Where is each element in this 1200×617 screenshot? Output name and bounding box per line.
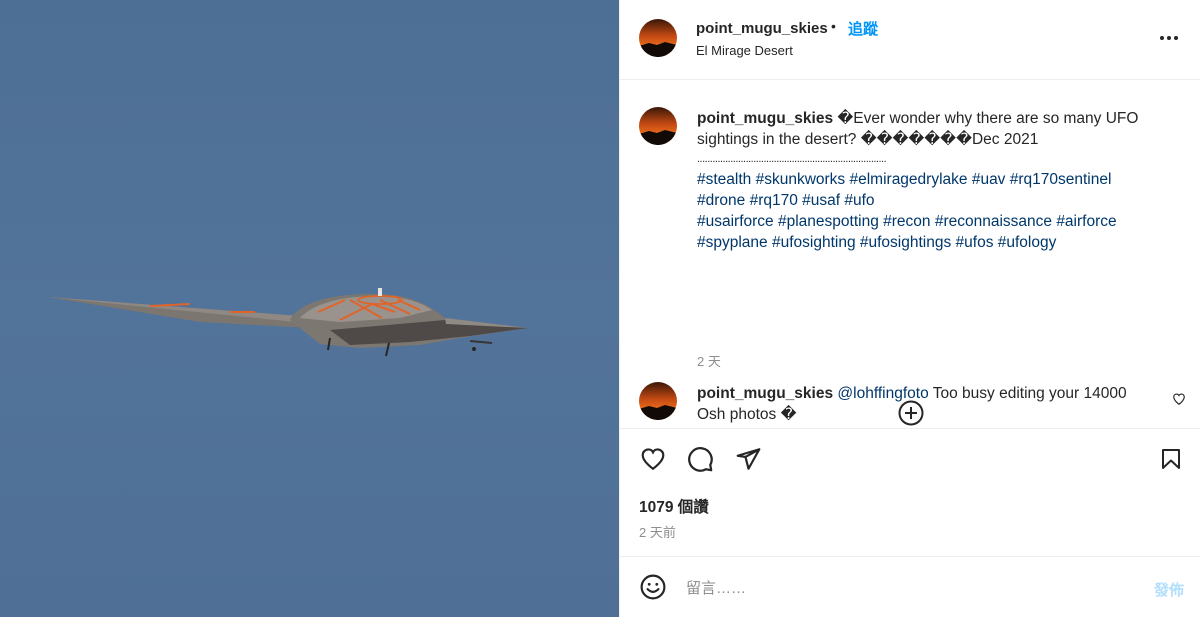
comment-mention[interactable]: @lohffingfoto	[837, 385, 928, 402]
instagram-post-view: point_mugu_skies • 追蹤 El Mirage Desert p…	[0, 0, 1200, 617]
more-options-icon[interactable]	[1158, 28, 1180, 48]
comments-section: point_mugu_skies �Ever wonder why there …	[620, 80, 1200, 429]
follow-button[interactable]: 追蹤	[848, 18, 878, 39]
post-timestamp[interactable]: 2 天前	[639, 522, 676, 541]
avatar[interactable]	[639, 382, 677, 420]
post-comment-button[interactable]: 發佈	[1154, 579, 1184, 600]
hashtags-line[interactable]: #stealth #skunkworks #elmiragedrylake #u…	[697, 171, 1111, 188]
emoji-icon[interactable]	[640, 574, 666, 600]
aircraft-image	[48, 288, 528, 357]
comment-text: point_mugu_skies @lohffingfoto Too busy …	[697, 383, 1157, 425]
post-actions: 1079 個讚 2 天前	[620, 429, 1200, 557]
avatar[interactable]	[639, 107, 677, 145]
caption-username[interactable]: point_mugu_skies	[697, 110, 833, 127]
comment-username[interactable]: point_mugu_skies	[697, 385, 833, 402]
post-photo[interactable]	[0, 0, 619, 617]
share-plane-icon[interactable]	[735, 446, 762, 472]
header-username[interactable]: point_mugu_skies	[696, 20, 828, 37]
comment-bubble-icon[interactable]	[687, 446, 714, 473]
caption-timestamp: 2 天	[697, 354, 721, 369]
avatar[interactable]	[639, 19, 677, 57]
location-link[interactable]: El Mirage Desert	[696, 43, 793, 58]
hashtags-line[interactable]: #usairforce #planespotting #recon #recon…	[697, 213, 1117, 230]
sunset-avatar-icon	[639, 107, 677, 145]
hashtags-line[interactable]: #drone #rq170 #usaf #ufo	[697, 192, 875, 209]
likes-count[interactable]: 1079 個讚	[639, 495, 709, 517]
save-bookmark-icon[interactable]	[1159, 446, 1183, 472]
caption-divider: ........................................…	[697, 153, 887, 165]
hashtags-line[interactable]: #spyplane #ufosighting #ufosightings #uf…	[697, 234, 1056, 251]
comment-input[interactable]	[686, 576, 1126, 600]
comment-composer: 發佈	[620, 557, 1200, 617]
separator-dot: •	[831, 18, 836, 34]
sunset-avatar-icon	[639, 382, 677, 420]
like-heart-icon[interactable]	[639, 446, 667, 472]
post-header: point_mugu_skies • 追蹤 El Mirage Desert	[620, 0, 1200, 80]
sunset-avatar-icon	[639, 19, 677, 57]
post-side-panel: point_mugu_skies • 追蹤 El Mirage Desert p…	[619, 0, 1200, 617]
comment-like-icon[interactable]	[1172, 392, 1186, 406]
caption-text: point_mugu_skies �Ever wonder why there …	[697, 108, 1157, 253]
